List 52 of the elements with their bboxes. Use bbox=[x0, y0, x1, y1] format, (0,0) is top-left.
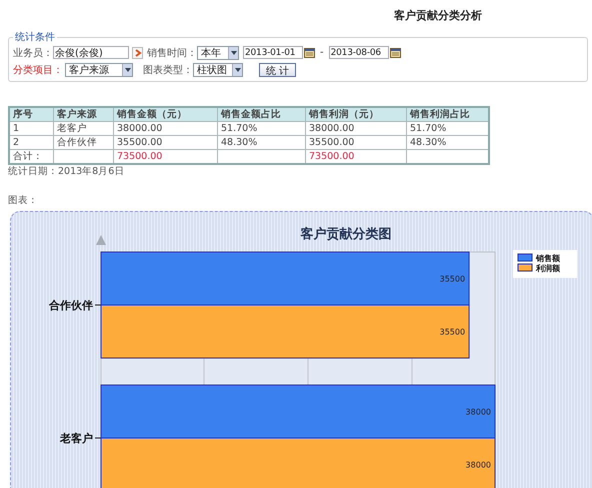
dropdown-icon bbox=[228, 46, 238, 58]
table-cell: 48.30% bbox=[406, 136, 489, 150]
column-header: 客户来源 bbox=[54, 107, 114, 122]
category-tick bbox=[94, 304, 102, 306]
field-label: 业务员： bbox=[13, 46, 53, 60]
calendar-icon[interactable] bbox=[304, 48, 315, 58]
category-label: 老客户 bbox=[60, 433, 93, 445]
start-date-field[interactable]: 2013-01-01 bbox=[243, 46, 303, 59]
legend-label: 利润额 bbox=[536, 264, 560, 273]
table-cell: 51.70% bbox=[406, 122, 489, 136]
axis-arrow-icon bbox=[96, 235, 106, 245]
pick-button[interactable] bbox=[132, 46, 143, 58]
field-label: 销售时间： bbox=[147, 46, 197, 60]
page-title: 客户贡献分类分析 bbox=[393, 8, 483, 24]
table-cell: 老客户 bbox=[54, 122, 114, 136]
table-cell: 合作伙伴 bbox=[54, 136, 114, 150]
table-cell: 35500.00 bbox=[114, 136, 218, 150]
submit-button[interactable]: 统 计 bbox=[259, 62, 296, 76]
field-label: 分类项目： bbox=[13, 64, 63, 76]
table-cell: 35500.00 bbox=[306, 136, 406, 150]
salesperson-field[interactable]: 余俊(余俊) bbox=[53, 46, 129, 59]
column-header: 销售利润（元） bbox=[306, 107, 406, 122]
chart-title: 客户贡献分类图 bbox=[300, 227, 392, 242]
dropdown-icon bbox=[122, 64, 132, 76]
table-cell: 2 bbox=[9, 136, 54, 150]
dropdown-icon bbox=[232, 64, 242, 76]
panel-legend: 统计条件 bbox=[13, 30, 57, 44]
data-label: 38000 bbox=[466, 408, 491, 416]
stat-date: 统计日期：2013年8月6日 bbox=[8, 165, 126, 178]
category-select[interactable]: 客户来源 bbox=[65, 62, 133, 76]
column-header: 销售金额（元） bbox=[114, 107, 218, 122]
chevron-icon bbox=[134, 48, 142, 56]
field-label: 图表类型： bbox=[143, 64, 193, 76]
chart-label: 图表： bbox=[8, 194, 39, 207]
column-header: 销售利润占比 bbox=[406, 107, 489, 122]
period-select[interactable]: 本年 bbox=[197, 46, 239, 60]
table-cell: 38000.00 bbox=[306, 122, 406, 136]
range-separator: - bbox=[320, 47, 324, 58]
data-label: 38000 bbox=[466, 460, 491, 470]
calendar-icon[interactable] bbox=[390, 48, 401, 58]
category-label: 合作伙伴 bbox=[49, 300, 93, 312]
column-header: 销售金额占比 bbox=[218, 107, 306, 122]
chart-type-select[interactable]: 柱状图 bbox=[193, 62, 243, 76]
legend-label: 销售额 bbox=[536, 254, 560, 263]
table-cell: 48.30% bbox=[218, 136, 306, 150]
table-cell: 1 bbox=[9, 122, 54, 136]
data-label: 35500 bbox=[440, 328, 466, 336]
table-cell: 38000.00 bbox=[114, 122, 218, 136]
table-cell: 51.70% bbox=[218, 122, 306, 136]
data-label: 35500 bbox=[440, 274, 466, 284]
column-header: 序号 bbox=[9, 107, 54, 122]
end-date-field[interactable]: 2013-08-06 bbox=[328, 46, 389, 59]
